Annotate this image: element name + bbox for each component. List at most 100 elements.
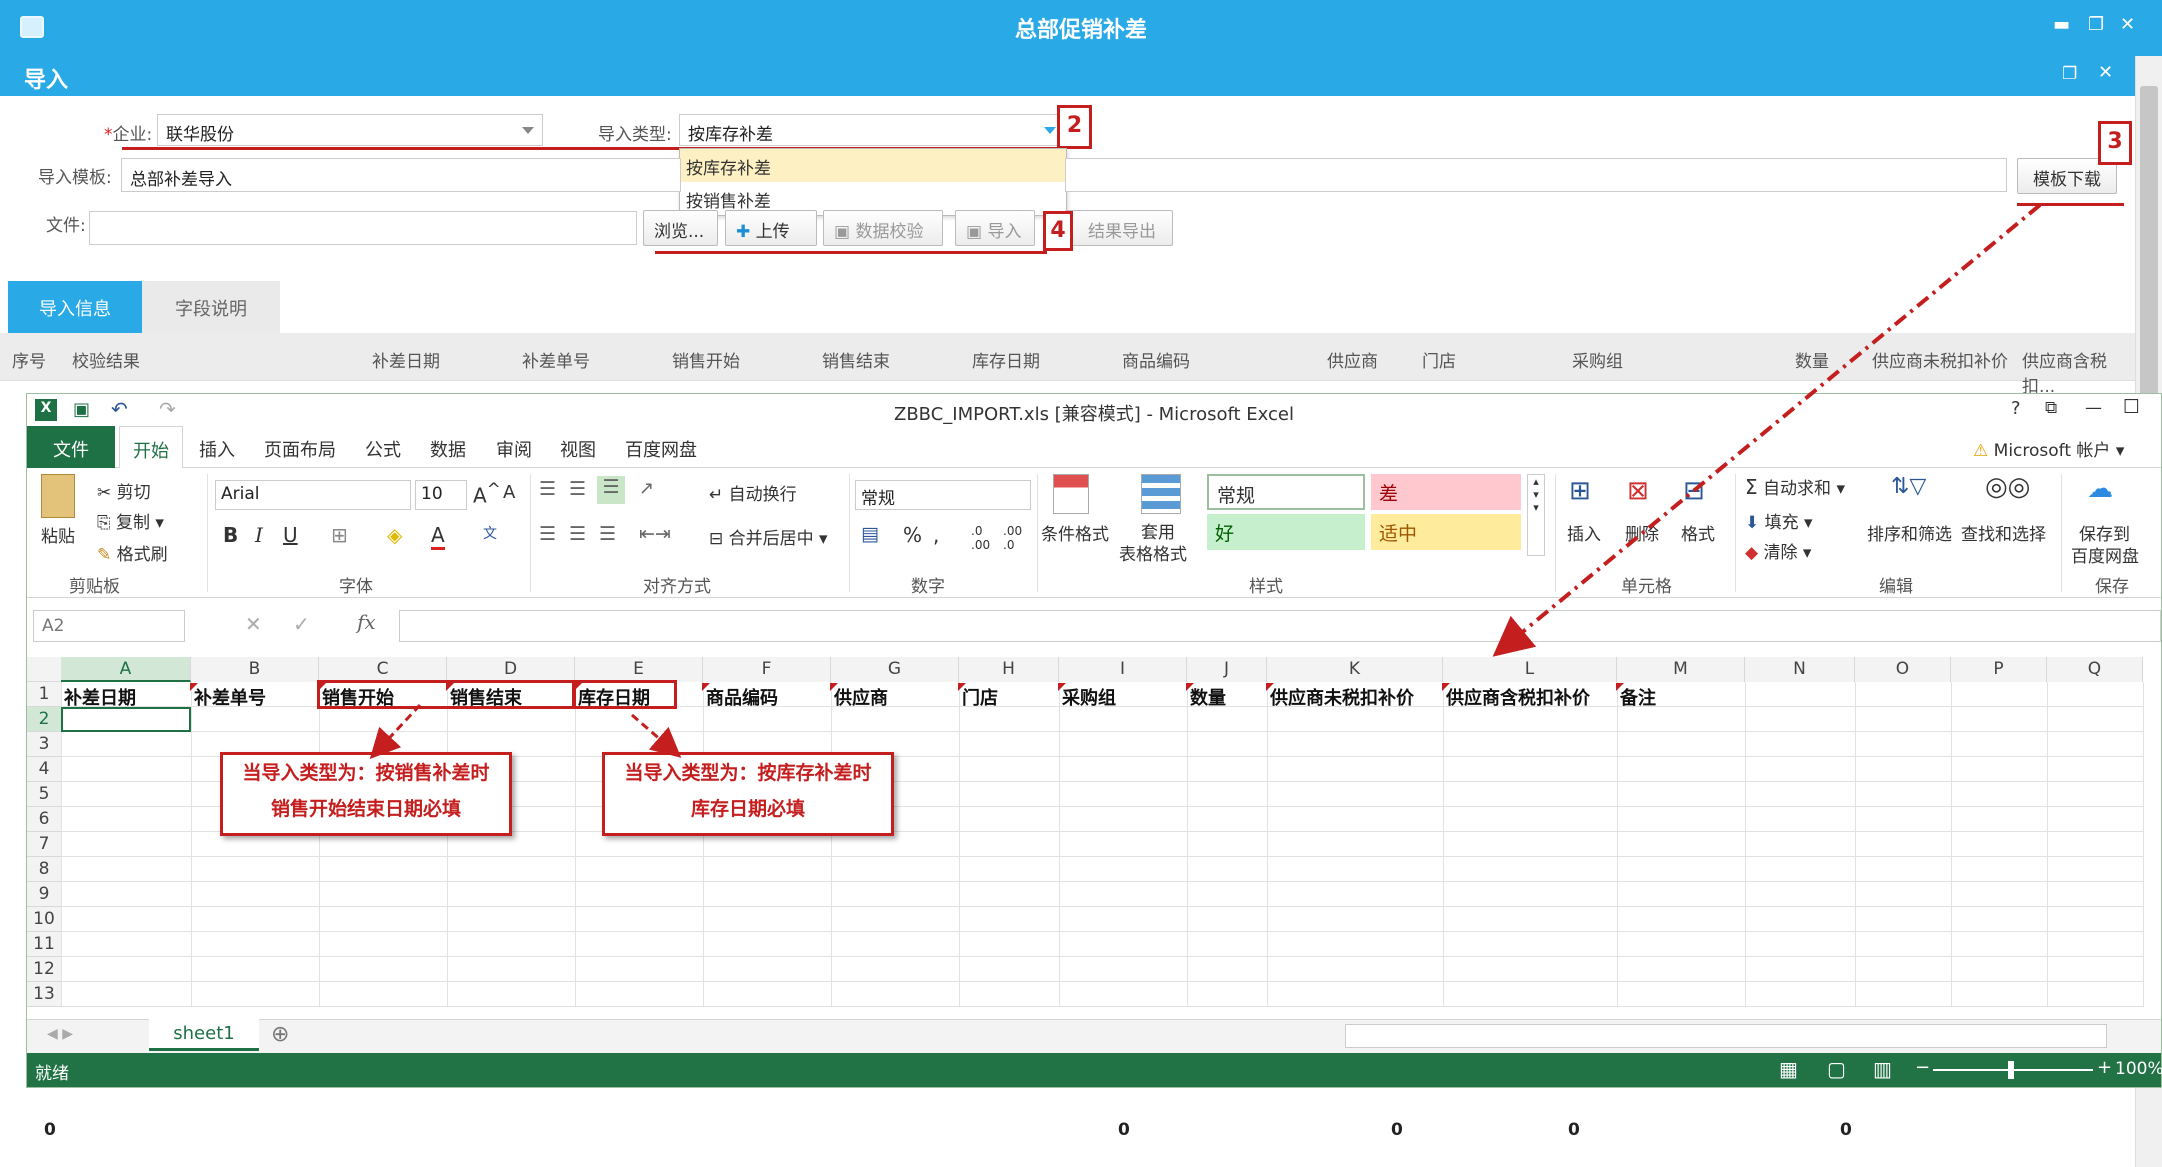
align-right-icon[interactable]: ☰ xyxy=(599,523,616,545)
align-left-icon[interactable]: ☰ xyxy=(539,523,556,545)
browse-button[interactable]: 浏览... xyxy=(643,210,718,246)
sheet-nav-left-icon[interactable]: ◀ ▶ xyxy=(47,1026,73,1042)
clear-button[interactable]: ◆ 清除 ▾ xyxy=(1745,538,1811,563)
currency-icon[interactable]: ▤ xyxy=(861,523,879,545)
col-header[interactable]: 校验结果 xyxy=(72,347,140,372)
table-format-label-2[interactable]: 表格格式 xyxy=(1119,540,1187,565)
column-header[interactable]: Q xyxy=(2047,657,2143,682)
add-sheet-icon[interactable]: ⊕ xyxy=(271,1022,289,1047)
selected-cell[interactable] xyxy=(61,707,191,732)
header-cell[interactable]: 备注 xyxy=(1617,682,1745,707)
sort-filter-icon[interactable]: ⇅▽ xyxy=(1891,474,1926,499)
cut-button[interactable]: ✂ 剪切 xyxy=(97,478,151,503)
menu-home[interactable]: 开始 xyxy=(119,426,183,469)
indent-icon[interactable]: ⇤⇥ xyxy=(639,523,671,545)
row-header[interactable]: 5 xyxy=(27,782,61,807)
paste-button[interactable]: 粘贴 xyxy=(41,522,75,547)
menu-data[interactable]: 数据 xyxy=(430,436,466,462)
row-header[interactable]: 11 xyxy=(27,932,61,957)
col-header[interactable]: 供应商未税扣补价 xyxy=(1872,347,2008,372)
page-layout-icon[interactable]: ▢ xyxy=(1827,1057,1846,1081)
column-header[interactable]: H xyxy=(959,657,1059,682)
minimize-icon[interactable]: ▬ xyxy=(2053,14,2070,35)
phonetic-icon[interactable]: 文 xyxy=(483,523,497,543)
paste-icon[interactable] xyxy=(41,474,75,518)
fill-button[interactable]: ⬇ 填充 ▾ xyxy=(1745,508,1813,533)
ribbon-display-icon[interactable]: ⧉ xyxy=(2045,398,2057,418)
align-middle-icon[interactable]: ☰ xyxy=(569,478,586,500)
validate-button[interactable]: ▣ 数据校验 xyxy=(823,210,943,246)
zoom-out-icon[interactable]: − xyxy=(1915,1057,1930,1078)
row-header[interactable]: 10 xyxy=(27,907,61,932)
style-normal[interactable]: 常规 xyxy=(1207,474,1365,510)
row-header[interactable]: 1 xyxy=(27,682,61,707)
col-header[interactable]: 销售开始 xyxy=(672,347,740,372)
menu-view[interactable]: 视图 xyxy=(560,436,596,462)
column-header[interactable]: I xyxy=(1059,657,1187,682)
copy-button[interactable]: ⎘ 复制 ▾ xyxy=(97,508,164,533)
import-button[interactable]: ▣ 导入 xyxy=(955,210,1035,246)
row-header[interactable]: 7 xyxy=(27,832,61,857)
header-cell[interactable]: 数量 xyxy=(1187,682,1267,707)
col-header[interactable]: 采购组 xyxy=(1572,347,1623,372)
col-header[interactable]: 序号 xyxy=(12,347,46,372)
menu-file[interactable]: 文件 xyxy=(27,426,115,468)
header-cell[interactable]: 商品编码 xyxy=(703,682,831,707)
format-cells-button[interactable]: 格式 xyxy=(1681,520,1715,545)
row-header[interactable]: 12 xyxy=(27,957,61,982)
zoom-in-icon[interactable]: + xyxy=(2097,1057,2112,1078)
autosum-button[interactable]: Σ 自动求和 ▾ xyxy=(1745,474,1845,499)
align-bottom-icon[interactable]: ☰ xyxy=(597,476,625,504)
underline-icon[interactable]: U xyxy=(283,523,298,547)
increase-decimal-icon[interactable]: .0.00 xyxy=(971,524,990,552)
menu-baidu[interactable]: 百度网盘 xyxy=(625,436,697,462)
bold-icon[interactable]: B xyxy=(223,523,238,547)
find-select-button[interactable]: 查找和选择 xyxy=(1961,520,2046,545)
menu-formulas[interactable]: 公式 xyxy=(365,436,401,462)
col-header[interactable]: 补差日期 xyxy=(372,347,440,372)
row-header[interactable]: 8 xyxy=(27,857,61,882)
delete-cells-button[interactable]: 删除 xyxy=(1625,520,1659,545)
header-cell[interactable]: 补差单号 xyxy=(191,682,319,707)
fill-color-icon[interactable]: ◈ xyxy=(387,523,402,547)
column-header[interactable]: P xyxy=(1951,657,2047,682)
row-header[interactable]: 13 xyxy=(27,982,61,1007)
column-header[interactable]: E xyxy=(575,657,703,682)
sort-filter-button[interactable]: 排序和筛选 xyxy=(1867,520,1952,545)
export-button[interactable]: 结果导出 xyxy=(1065,210,1173,246)
style-neutral[interactable]: 适中 xyxy=(1371,514,1521,550)
row-header[interactable]: 2 xyxy=(27,707,61,732)
page-break-icon[interactable]: ▥ xyxy=(1873,1057,1892,1081)
column-header[interactable]: D xyxy=(447,657,575,682)
column-header[interactable]: O xyxy=(1855,657,1951,682)
row-header[interactable]: 3 xyxy=(27,732,61,757)
column-header[interactable]: A xyxy=(61,657,191,682)
dialog-restore-icon[interactable]: ❐ xyxy=(2062,64,2077,84)
dialog-close-icon[interactable]: ✕ xyxy=(2098,62,2113,83)
account-link[interactable]: ⚠ Microsoft 帐户 ▾ xyxy=(1973,436,2124,461)
import-type-select[interactable]: 按库存补差 xyxy=(679,114,1065,146)
template-field[interactable]: 总部补差导入 xyxy=(121,158,681,192)
minimize-icon[interactable]: — xyxy=(2085,398,2102,418)
col-header[interactable]: 门店 xyxy=(1422,347,1456,372)
menu-page-layout[interactable]: 页面布局 xyxy=(264,436,336,462)
comma-icon[interactable]: , xyxy=(933,523,939,547)
column-header[interactable]: N xyxy=(1745,657,1855,682)
tab-import-info[interactable]: 导入信息 xyxy=(8,281,142,333)
italic-icon[interactable]: I xyxy=(255,523,263,547)
col-header[interactable]: 补差单号 xyxy=(522,347,590,372)
baidu-cloud-icon[interactable]: ☁ xyxy=(2087,474,2113,504)
close-icon[interactable]: ✕ xyxy=(2120,14,2135,35)
header-cell[interactable]: 门店 xyxy=(959,682,1059,707)
align-center-icon[interactable]: ☰ xyxy=(569,523,586,545)
col-header[interactable]: 供应商含税扣... xyxy=(2022,347,2135,397)
header-cell[interactable]: 供应商含税扣补价 xyxy=(1443,682,1617,707)
border-icon[interactable]: ⊞ xyxy=(331,523,348,547)
tab-field-desc[interactable]: 字段说明 xyxy=(142,281,280,333)
column-header[interactable]: M xyxy=(1617,657,1745,682)
row-header[interactable]: 4 xyxy=(27,757,61,782)
align-top-icon[interactable]: ☰ xyxy=(539,478,556,500)
function-icon[interactable]: fx xyxy=(357,610,376,634)
column-header[interactable]: G xyxy=(831,657,959,682)
header-cell[interactable]: 供应商 xyxy=(831,682,959,707)
